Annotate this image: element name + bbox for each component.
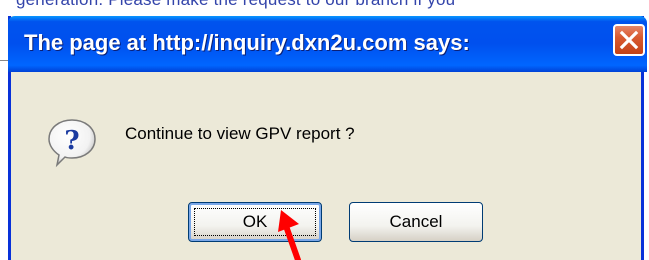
background-page-text: generation. Please make the request to o… [16,0,455,10]
dialog-message: Continue to view GPV report ? [125,124,355,143]
background-rule [0,60,8,61]
dialog-title: The page at http://inquiry.dxn2u.com say… [24,30,470,55]
cancel-button[interactable]: Cancel [349,202,483,242]
cancel-button-label: Cancel [389,212,443,231]
svg-text:?: ? [64,126,79,156]
question-icon: ? [45,116,99,175]
dialog-titlebar[interactable]: The page at http://inquiry.dxn2u.com say… [8,16,647,72]
red-pointer-arrow-icon [268,200,328,260]
close-button[interactable] [613,24,645,56]
ok-button-label: OK [242,212,268,231]
close-icon [619,30,639,50]
